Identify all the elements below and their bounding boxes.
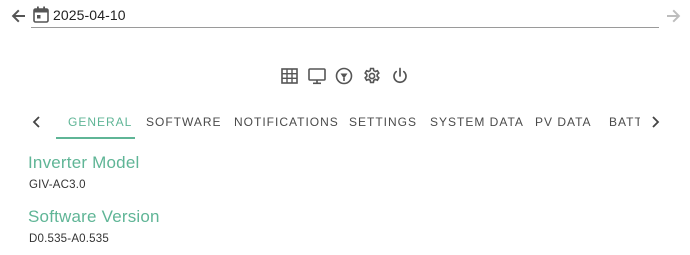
- gear-icon[interactable]: [362, 66, 382, 86]
- software-version-title: Software Version: [28, 207, 160, 226]
- chevron-right-icon[interactable]: [646, 112, 664, 132]
- arrow-right-icon[interactable]: [666, 9, 682, 23]
- toolbar-icons: [280, 66, 410, 88]
- chevron-left-icon[interactable]: [28, 112, 46, 132]
- inverter-model-value: GIV-AC3.0: [29, 179, 86, 191]
- tab-battery[interactable]: Battery: [609, 104, 640, 140]
- tab-system-data[interactable]: System Data: [430, 104, 524, 140]
- software-version-value: D0.535-A0.535: [29, 233, 109, 245]
- tab-settings[interactable]: Settings: [349, 104, 417, 140]
- calendar-icon[interactable]: [33, 6, 49, 23]
- date-input[interactable]: 2025-04-10: [31, 2, 659, 28]
- monitor-icon[interactable]: [307, 66, 327, 86]
- tab-bar: General Software Notifications Settings …: [0, 104, 690, 140]
- inverter-model-title: Inverter Model: [28, 153, 140, 172]
- grid-icon[interactable]: [280, 66, 300, 86]
- active-tab-indicator: [56, 137, 135, 139]
- tab-notifications[interactable]: Notifications: [234, 104, 339, 140]
- arrow-left-icon[interactable]: [10, 9, 26, 23]
- power-icon[interactable]: [390, 66, 410, 86]
- tab-general[interactable]: General: [68, 104, 132, 140]
- date-navigation-bar: 2025-04-10: [0, 0, 690, 34]
- tab-pv-data[interactable]: PV Data: [535, 104, 592, 140]
- gauge-icon[interactable]: [334, 66, 354, 86]
- tab-list: General Software Notifications Settings …: [56, 104, 640, 140]
- date-value: 2025-04-10: [53, 7, 126, 23]
- tab-software[interactable]: Software: [146, 104, 222, 140]
